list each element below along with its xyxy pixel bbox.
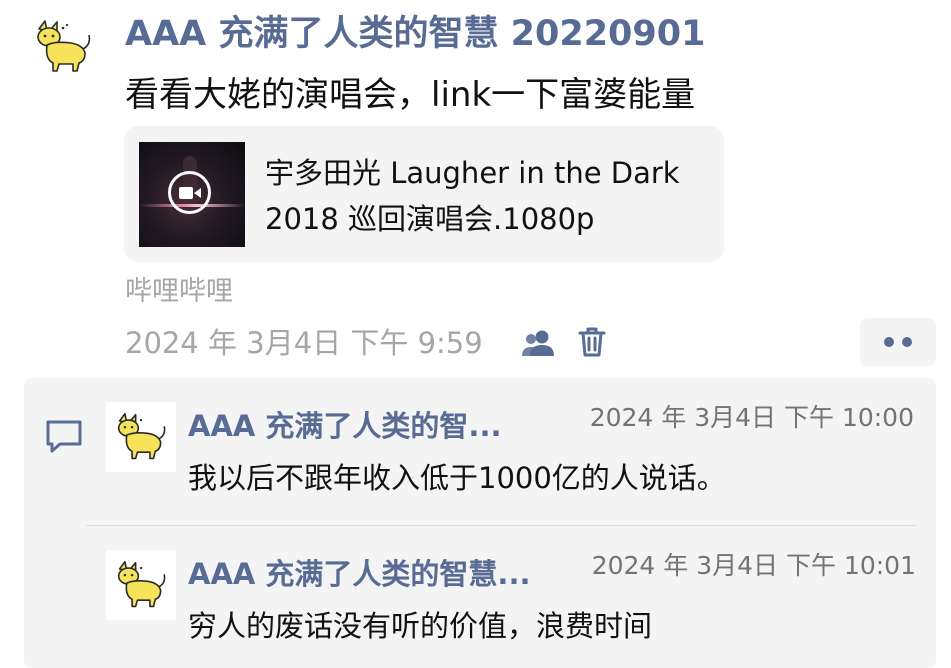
comment-bubble-icon bbox=[44, 418, 84, 454]
cat-avatar-icon bbox=[37, 20, 91, 72]
more-actions-button[interactable] bbox=[860, 318, 936, 366]
friend-visibility-icon[interactable] bbox=[518, 326, 558, 360]
comment-timestamp: 2024 年 3月4日 下午 10:01 bbox=[591, 551, 916, 580]
post-avatar[interactable] bbox=[30, 14, 96, 80]
comment-author-name[interactable]: AAA 充满了人类的智慧... bbox=[188, 554, 580, 594]
post-author-name[interactable]: AAA 充满了人类的智慧 20220901 bbox=[125, 12, 705, 56]
comment-author-name[interactable]: AAA 充满了人类的智... bbox=[188, 406, 558, 446]
cat-avatar-icon bbox=[117, 560, 166, 608]
post-timestamp: 2024 年 3月4日 下午 9:59 bbox=[125, 326, 483, 360]
trash-icon[interactable] bbox=[575, 324, 609, 360]
comment-divider bbox=[86, 525, 916, 526]
video-play-icon bbox=[168, 171, 211, 214]
shared-link-card[interactable]: 宇多田光 Laugher in the Dark 2018 巡回演唱会.1080… bbox=[124, 126, 724, 262]
comment-text: 我以后不跟年收入低于1000亿的人说话。 bbox=[188, 461, 726, 495]
comment-avatar[interactable] bbox=[106, 402, 176, 472]
comment-timestamp: 2024 年 3月4日 下午 10:00 bbox=[589, 403, 914, 432]
post-text: 看看大姥的演唱会，link一下富婆能量 bbox=[125, 75, 696, 115]
more-dots-icon bbox=[884, 337, 912, 347]
comment-text: 穷人的废话没有听的价值，浪费时间 bbox=[188, 609, 653, 643]
cat-avatar-icon bbox=[117, 412, 166, 460]
comment-avatar[interactable] bbox=[106, 550, 176, 620]
video-thumbnail bbox=[139, 142, 245, 247]
source-app-label[interactable]: 哔哩哔哩 bbox=[125, 274, 233, 310]
link-card-title: 宇多田光 Laugher in the Dark 2018 巡回演唱会.1080… bbox=[265, 156, 680, 236]
